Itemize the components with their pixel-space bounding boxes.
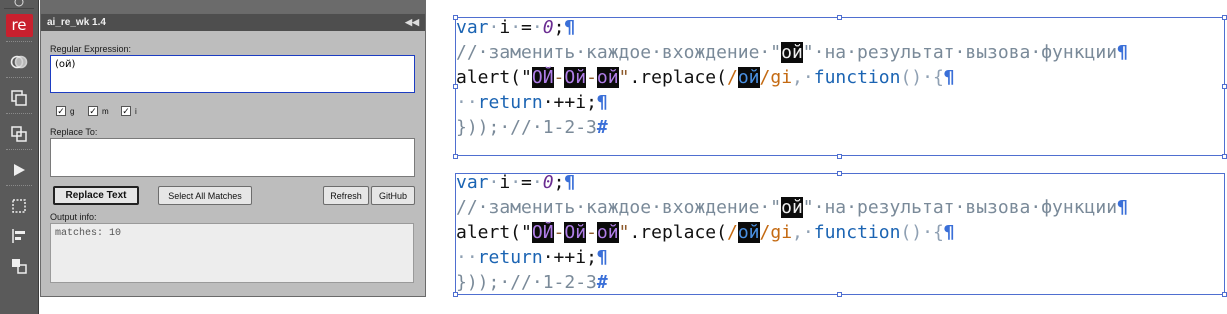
regex-match: ой	[781, 42, 803, 63]
play-icon[interactable]	[0, 155, 38, 185]
overlap-circles-icon[interactable]	[0, 47, 38, 77]
regex-input[interactable]: (ой)	[50, 55, 415, 93]
code-block-2: var·i·=·0;¶ //·заменить·каждое·вхождение·…	[456, 170, 1128, 295]
code-line: alert("ОЙ-Ой-ой".replace(/ой/gi,·functio…	[456, 222, 955, 243]
frame-handle[interactable]	[1222, 154, 1227, 159]
frame-handle[interactable]	[1222, 292, 1227, 297]
flag-g-checkbox[interactable]: ✓	[56, 106, 66, 116]
frame-handle[interactable]	[1222, 15, 1227, 20]
code-line: //·заменить·каждое·вхождение·"ой"·на·рез…	[456, 42, 1128, 63]
code-line: ··return·++i;¶	[456, 247, 608, 268]
re-logo-icon[interactable]: re	[0, 9, 38, 41]
frame-handle[interactable]	[453, 154, 458, 159]
flag-m-checkbox[interactable]: ✓	[88, 106, 98, 116]
select-all-matches-button[interactable]: Select All Matches	[158, 186, 252, 205]
code-line: var·i·=·0;¶	[456, 172, 576, 193]
regex-match: ой	[596, 222, 619, 243]
github-button[interactable]: GitHub	[371, 186, 415, 205]
replace-input[interactable]	[50, 138, 415, 177]
code-line: }));·//·1-2-3#	[456, 117, 608, 138]
regex-match: ой	[737, 222, 760, 243]
frame-handle[interactable]	[837, 154, 842, 159]
replace-label: Replace To:	[50, 127, 98, 137]
code-line: //·заменить·каждое·вхождение·"ой"·на·рез…	[456, 197, 1128, 218]
panel-dock-bar	[40, 0, 426, 13]
output-info: matches: 10	[50, 223, 414, 283]
selection-crop-icon[interactable]	[0, 191, 38, 221]
panel-title: ai_re_wk 1.4	[47, 17, 106, 28]
adobe-logo-icon[interactable]	[0, 0, 38, 8]
regex-match: Ой	[564, 67, 587, 88]
refresh-button[interactable]: Refresh	[323, 186, 369, 205]
layer-stack-icon[interactable]	[0, 83, 38, 113]
regex-match: Ой	[564, 222, 587, 243]
regex-panel: ai_re_wk 1.4 ◀◀ Regular Expression: (ой)…	[40, 13, 426, 297]
flag-i-checkbox[interactable]: ✓	[121, 106, 131, 116]
regex-match: ой	[737, 67, 760, 88]
code-line: ··return·++i;¶	[456, 92, 608, 113]
code-line: }));·//·1-2-3#	[456, 272, 608, 293]
code-line: alert("ОЙ-Ой-ой".replace(/ой/gi,·functio…	[456, 67, 955, 88]
code-block-1: var·i·=·0;¶ //·заменить·каждое·вхождение·…	[456, 15, 1128, 140]
duplicate-icon[interactable]	[0, 119, 38, 149]
align-left-icon[interactable]	[0, 221, 38, 251]
regex-match: ой	[781, 197, 803, 218]
flag-m-label: m	[102, 107, 109, 116]
output-label: Output info:	[50, 212, 97, 222]
regex-label: Regular Expression:	[50, 44, 132, 54]
collapse-icon[interactable]: ◀◀	[405, 14, 419, 31]
flag-i-label: i	[135, 107, 137, 116]
frame-handle[interactable]	[1222, 84, 1227, 89]
regex-match: ой	[596, 67, 619, 88]
regex-match: ОЙ	[531, 67, 554, 88]
flag-g-label: g	[70, 107, 75, 116]
code-line: var·i·=·0;¶	[456, 17, 576, 38]
regex-match: ОЙ	[531, 222, 554, 243]
arrange-icon[interactable]	[0, 251, 38, 281]
panel-title-bar[interactable]: ai_re_wk 1.4 ◀◀	[41, 14, 425, 31]
replace-text-button[interactable]: Replace Text	[53, 186, 139, 205]
tools-toolbar: re	[0, 0, 39, 314]
